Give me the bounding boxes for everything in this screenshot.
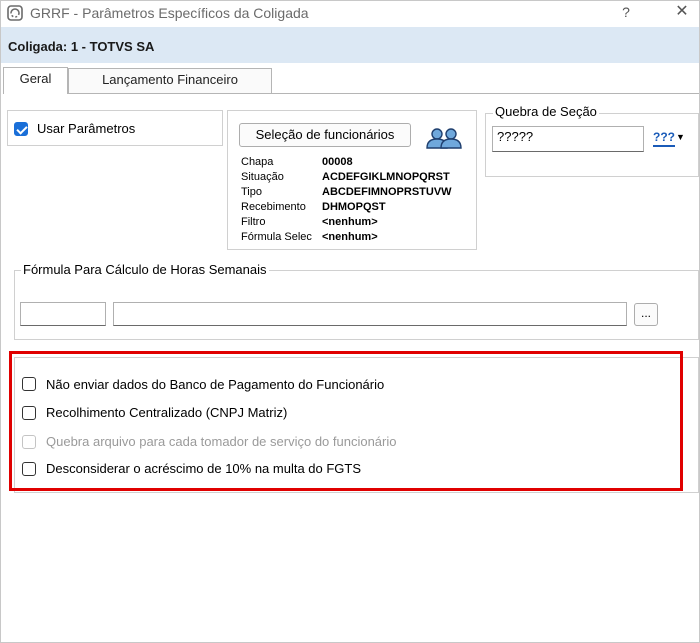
chevron-down-icon: ▼ — [676, 132, 685, 142]
quebra-secao-legend: Quebra de Seção — [493, 104, 599, 119]
chapa-value: 00008 — [322, 156, 353, 168]
usar-parametros-label: Usar Parâmetros — [37, 121, 136, 136]
quebra-secao-picker[interactable]: ??? ▼ — [649, 129, 691, 151]
coligada-header: Coligada: 1 - TOTVS SA — [1, 27, 699, 63]
formula-selec-value: <nenhum> — [322, 231, 378, 243]
formula-code-input[interactable] — [20, 302, 106, 326]
usar-parametros-checkbox[interactable] — [14, 122, 28, 136]
recebimento-label: Recebimento — [241, 201, 306, 213]
formula-legend: Fórmula Para Cálculo de Horas Semanais — [21, 262, 269, 277]
filtro-value: <nenhum> — [322, 216, 378, 228]
tab-lancamento-financeiro[interactable]: Lançamento Financeiro — [68, 68, 272, 93]
tipo-value: ABCDEFIMNOPRSTUVW — [322, 186, 452, 198]
formula-group: Fórmula Para Cálculo de Horas Semanais .… — [14, 262, 699, 340]
coligada-label: Coligada: 1 - TOTVS SA — [8, 39, 155, 54]
formula-browse-button[interactable]: ... — [634, 303, 658, 326]
app-icon — [7, 5, 23, 21]
picker-placeholder-text: ??? — [653, 130, 675, 147]
help-button[interactable]: ? — [607, 1, 645, 25]
title-bar: GRRF - Parâmetros Específicos da Coligad… — [1, 1, 699, 27]
situacao-value: ACDEFGIKLMNOPQRST — [322, 171, 450, 183]
selecao-funcionarios-button[interactable]: Seleção de funcionários — [239, 123, 411, 147]
tipo-label: Tipo — [241, 186, 262, 198]
formula-selec-label: Fórmula Selec — [241, 231, 312, 243]
tab-geral[interactable]: Geral — [3, 67, 68, 94]
selecao-funcionarios-box: Seleção de funcionários Chapa 00008 Situ… — [227, 110, 477, 250]
filtro-label: Filtro — [241, 216, 266, 228]
quebra-secao-input[interactable]: ????? — [492, 126, 644, 152]
dialog-window: GRRF - Parâmetros Específicos da Coligad… — [0, 0, 700, 643]
situacao-label: Situação — [241, 171, 284, 183]
window-title: GRRF - Parâmetros Específicos da Coligad… — [30, 5, 309, 21]
highlight-annotation — [9, 351, 683, 491]
chapa-label: Chapa — [241, 156, 274, 168]
formula-description-input[interactable] — [113, 302, 627, 326]
recebimento-value: DHMOPQST — [322, 201, 386, 213]
quebra-secao-group: Quebra de Seção ????? ??? ▼ — [485, 104, 699, 177]
users-icon — [426, 128, 462, 149]
usar-parametros-box: Usar Parâmetros — [7, 110, 223, 146]
close-button[interactable]: ✕ — [665, 1, 699, 25]
